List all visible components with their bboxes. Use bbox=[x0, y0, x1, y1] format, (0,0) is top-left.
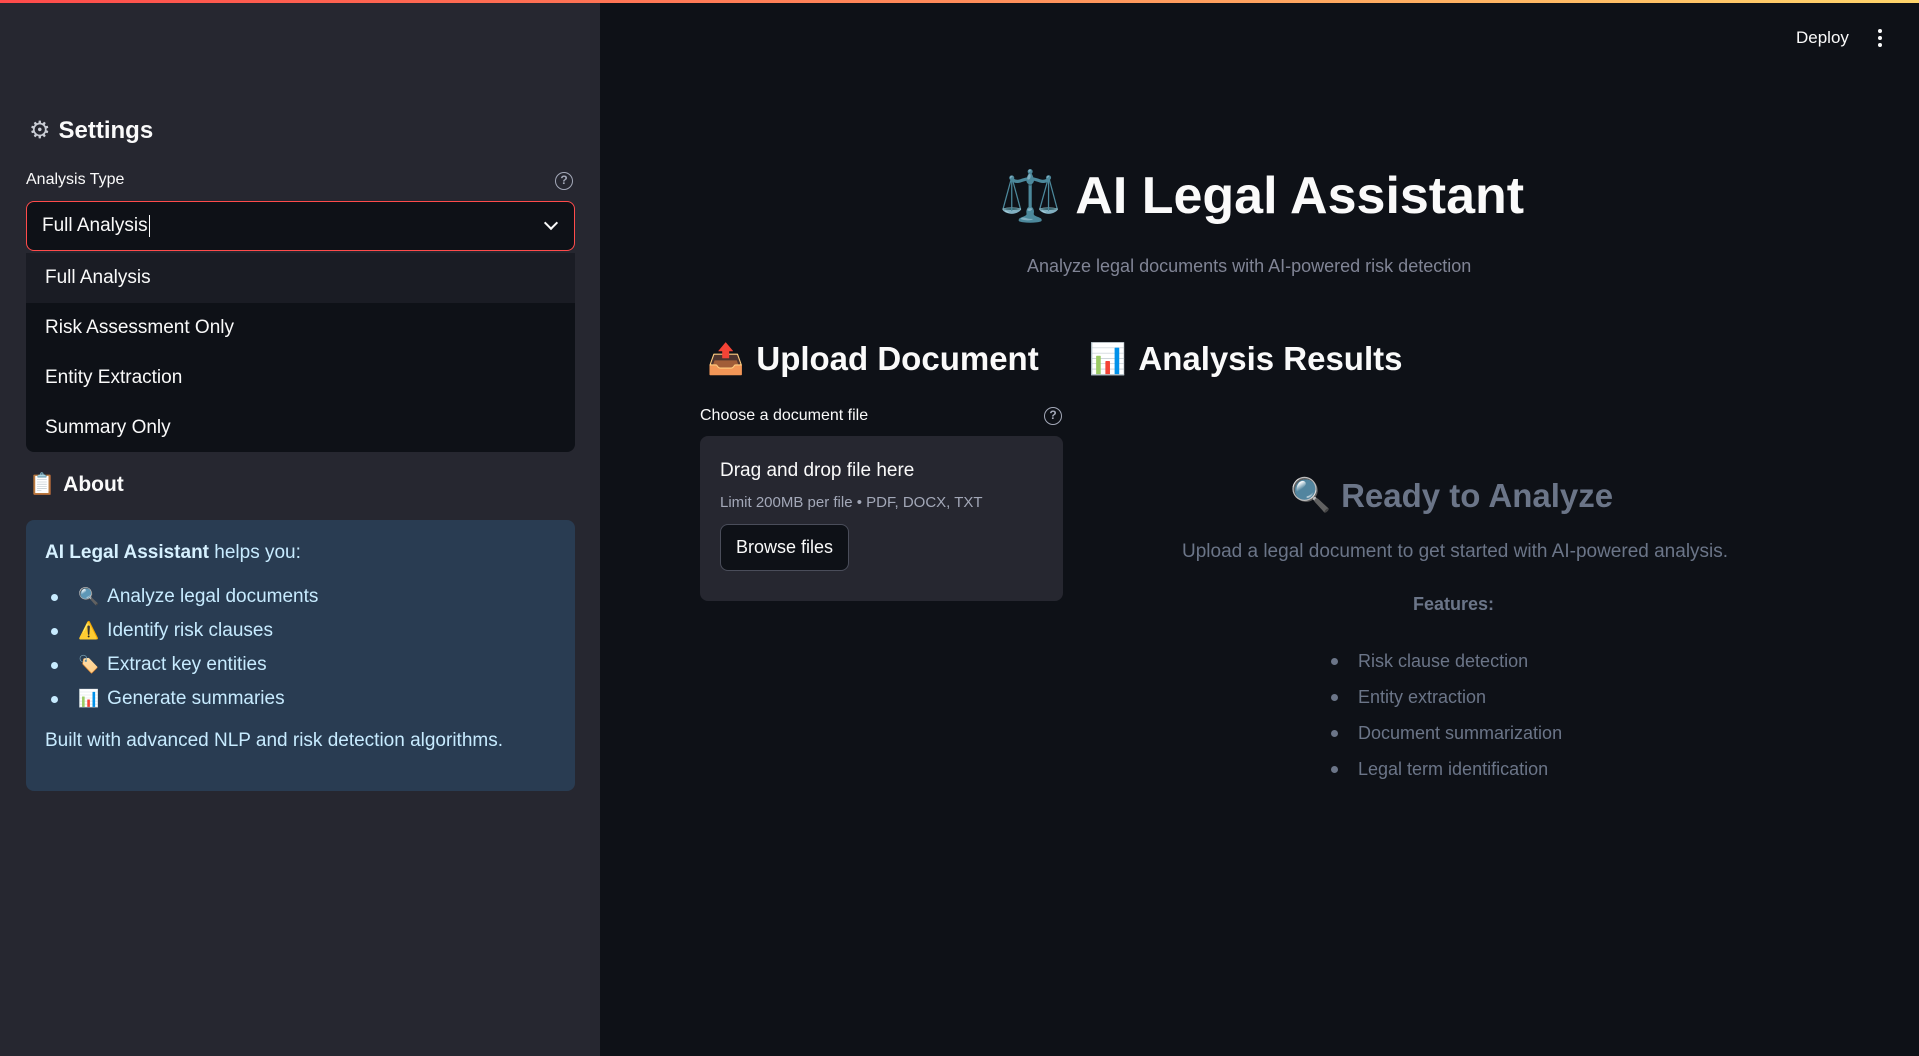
text-cursor bbox=[148, 215, 151, 237]
dropdown-option-risk-assessment[interactable]: Risk Assessment Only bbox=[26, 303, 575, 353]
bar-chart-icon: 📊 bbox=[78, 689, 100, 708]
about-intro: AI Legal Assistant helps you: bbox=[45, 542, 556, 564]
ready-heading: 🔍 Ready to Analyze bbox=[1290, 476, 1613, 515]
scales-icon: ⚖️ bbox=[999, 167, 1062, 224]
list-item-text: Analyze legal documents bbox=[107, 586, 319, 607]
dropzone-limit: Limit 200MB per file • PDF, DOCX, TXT bbox=[720, 494, 983, 511]
analysis-type-select[interactable]: Full Analysis bbox=[26, 201, 575, 251]
tag-icon: 🏷️ bbox=[78, 655, 100, 674]
file-uploader-label: Choose a document file bbox=[700, 407, 869, 424]
analysis-type-dropdown: Full Analysis Risk Assessment Only Entit… bbox=[26, 253, 575, 452]
analysis-type-value: Full Analysis bbox=[42, 215, 148, 236]
magnifier-icon: 🔍 bbox=[78, 587, 100, 606]
help-icon[interactable]: ? bbox=[1044, 407, 1062, 425]
analysis-type-label: Analysis Type bbox=[26, 171, 125, 188]
page-subtitle: Analyze legal documents with AI-powered … bbox=[1027, 256, 1472, 276]
bar-chart-icon: 📊 bbox=[1089, 342, 1127, 376]
list-item: ⚠️ Identify risk clauses bbox=[45, 614, 556, 648]
dropdown-option-summary-only[interactable]: Summary Only bbox=[26, 403, 575, 452]
features-label: Features: bbox=[1413, 594, 1495, 614]
about-heading: 📋 About bbox=[29, 473, 124, 497]
settings-title: Settings bbox=[58, 116, 154, 144]
chevron-down-icon[interactable] bbox=[543, 215, 559, 231]
page-title-row: ⚖️ AI Legal Assistant bbox=[999, 166, 1524, 226]
about-info-box: AI Legal Assistant helps you: 🔍 Analyze l… bbox=[26, 520, 575, 791]
list-item-text: Extract key entities bbox=[107, 654, 267, 675]
deploy-button[interactable]: Deploy bbox=[1796, 28, 1849, 48]
kebab-menu-icon[interactable] bbox=[1877, 29, 1883, 49]
dropdown-option-full-analysis[interactable]: Full Analysis bbox=[26, 253, 575, 303]
upload-heading-text: Upload Document bbox=[756, 340, 1039, 377]
list-item-text: Generate summaries bbox=[107, 688, 285, 709]
about-title: About bbox=[63, 473, 124, 496]
sidebar: ⚙ Settings Analysis Type ? Full Analysis… bbox=[0, 0, 600, 1056]
top-accent-bar bbox=[0, 0, 1919, 3]
ready-title: Ready to Analyze bbox=[1341, 476, 1614, 514]
magnifier-icon: 🔍 bbox=[1290, 476, 1332, 513]
ready-description: Upload a legal document to get started w… bbox=[1182, 541, 1729, 562]
clipboard-icon: 📋 bbox=[29, 473, 56, 496]
about-intro-bold: AI Legal Assistant bbox=[45, 542, 210, 563]
dropdown-option-entity-extraction[interactable]: Entity Extraction bbox=[26, 353, 575, 403]
features-list: Risk clause detection Entity extraction … bbox=[1331, 643, 1562, 787]
gear-icon: ⚙ bbox=[29, 117, 51, 144]
list-item: Document summarization bbox=[1331, 715, 1562, 751]
list-item-text: Identify risk clauses bbox=[107, 620, 273, 641]
upload-icon: 📤 bbox=[707, 342, 745, 376]
warning-icon: ⚠️ bbox=[78, 621, 100, 640]
about-list: 🔍 Analyze legal documents ⚠️ Identify risk… bbox=[45, 580, 556, 716]
help-icon[interactable]: ? bbox=[555, 172, 573, 190]
results-heading: 📊 Analysis Results bbox=[1089, 340, 1402, 378]
upload-heading: 📤 Upload Document bbox=[707, 340, 1039, 378]
about-intro-rest: helps you: bbox=[209, 542, 301, 563]
page-title: AI Legal Assistant bbox=[1075, 167, 1525, 225]
results-heading-text: Analysis Results bbox=[1138, 340, 1403, 377]
dropzone-title: Drag and drop file here bbox=[720, 460, 915, 481]
list-item: Entity extraction bbox=[1331, 679, 1562, 715]
about-footer: Built with advanced NLP and risk detecti… bbox=[45, 730, 504, 751]
list-item: 🏷️ Extract key entities bbox=[45, 648, 556, 682]
list-item: Risk clause detection bbox=[1331, 643, 1562, 679]
settings-heading: ⚙ Settings bbox=[29, 116, 153, 145]
browse-files-button[interactable]: Browse files bbox=[720, 524, 850, 571]
list-item: 🔍 Analyze legal documents bbox=[45, 580, 556, 614]
file-dropzone[interactable]: Drag and drop file here Limit 200MB per … bbox=[700, 436, 1063, 601]
list-item: 📊 Generate summaries bbox=[45, 682, 556, 716]
list-item: Legal term identification bbox=[1331, 751, 1562, 787]
